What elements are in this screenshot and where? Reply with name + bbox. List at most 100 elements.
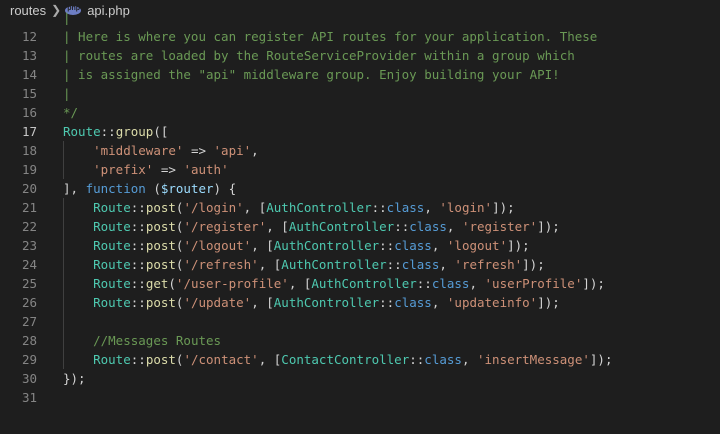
code-token: , xyxy=(424,200,440,215)
code-token: , xyxy=(251,143,259,158)
code-token: post xyxy=(145,352,176,367)
code-token: , xyxy=(431,295,447,310)
code-line[interactable]: 28 //Messages Routes xyxy=(0,331,720,350)
code-text: //Messages Routes xyxy=(63,331,221,350)
code-token: :: xyxy=(409,352,425,367)
code-token: function xyxy=(85,181,146,196)
indent-guide xyxy=(63,141,64,179)
code-token: ]); xyxy=(522,257,545,272)
code-token: ]); xyxy=(507,238,530,253)
line-number: 18 xyxy=(21,143,37,158)
code-token: */ xyxy=(63,105,79,120)
code-token: Route xyxy=(63,124,101,139)
indent-guide xyxy=(63,198,64,369)
code-line[interactable]: 19 'prefix' => 'auth' xyxy=(0,160,720,179)
code-token: post xyxy=(145,200,176,215)
code-token: }); xyxy=(63,371,86,386)
code-token: Route xyxy=(93,352,131,367)
code-token: ([ xyxy=(153,124,169,139)
code-token: | is assigned the "api" middleware group… xyxy=(63,67,560,82)
code-token: 'login' xyxy=(439,200,493,215)
line-number: 17 xyxy=(21,124,37,139)
code-text: | Here is where you can register API rou… xyxy=(63,27,597,46)
code-token: class xyxy=(386,200,425,215)
code-token: ]); xyxy=(537,295,560,310)
code-token: AuthController xyxy=(311,276,417,291)
code-token: AuthController xyxy=(273,238,380,253)
code-line[interactable]: 27 xyxy=(0,312,720,331)
code-text: Route::post('/contact', [ContactControll… xyxy=(63,350,612,369)
code-token: AuthController xyxy=(273,295,380,310)
line-number: 29 xyxy=(21,352,37,367)
code-token: '/logout' xyxy=(183,238,252,253)
code-line[interactable]: 17 Route::group([ xyxy=(0,122,720,141)
code-line[interactable]: 25 Route::get('/user-profile', [AuthCont… xyxy=(0,274,720,293)
code-line[interactable]: 26 Route::post('/update', [AuthControlle… xyxy=(0,293,720,312)
code-token: :: xyxy=(130,200,146,215)
line-number: 19 xyxy=(21,162,37,177)
line-number: 15 xyxy=(21,86,37,101)
code-text: Route::get('/user-profile', [AuthControl… xyxy=(63,274,605,293)
code-line[interactable]: 22 Route::post('/register', [AuthControl… xyxy=(0,217,720,236)
code-token: , xyxy=(469,276,485,291)
line-number: 28 xyxy=(21,333,37,348)
code-token: ( xyxy=(145,181,161,196)
code-line[interactable]: 30}); xyxy=(0,369,720,388)
code-line[interactable]: 23 Route::post('/logout', [AuthControlle… xyxy=(0,236,720,255)
code-token: Route xyxy=(93,238,131,253)
code-text: 'middleware' => 'api', xyxy=(63,141,259,160)
code-text: Route::post('/login', [AuthController::c… xyxy=(63,198,515,217)
line-number: 14 xyxy=(21,67,37,82)
code-token: 'prefix' xyxy=(93,162,154,177)
code-token: , [ xyxy=(243,200,267,215)
code-token: :: xyxy=(130,219,146,234)
code-text: Route::post('/refresh', [AuthController:… xyxy=(63,255,545,274)
code-token: Route xyxy=(93,295,131,310)
code-text: Route::post('/logout', [AuthController::… xyxy=(63,236,530,255)
code-token: '/refresh' xyxy=(183,257,259,272)
code-token: , xyxy=(431,238,447,253)
code-line[interactable]: 15 | xyxy=(0,84,720,103)
code-token: | Here is where you can register API rou… xyxy=(63,29,598,44)
line-number: 20 xyxy=(21,181,37,196)
code-editor[interactable]: | 12 | Here is where you can register API … xyxy=(0,10,720,434)
code-line[interactable]: 12 | Here is where you can register API r… xyxy=(0,27,720,46)
code-text: Route::post('/update', [AuthController::… xyxy=(63,293,560,312)
code-line[interactable]: 13 | routes are loaded by the RouteServic… xyxy=(0,46,720,65)
code-line[interactable]: 31 xyxy=(0,388,720,407)
code-token: '/contact' xyxy=(183,352,259,367)
code-token: :: xyxy=(130,238,146,253)
code-token: :: xyxy=(379,238,395,253)
code-text: }); xyxy=(63,369,86,388)
code-token: group xyxy=(115,124,154,139)
code-token: :: xyxy=(130,295,146,310)
code-line[interactable]: 29 Route::post('/contact', [ContactContr… xyxy=(0,350,720,369)
code-line[interactable]: | xyxy=(0,8,720,27)
code-token: class xyxy=(401,257,440,272)
code-line[interactable]: 18 'middleware' => 'api', xyxy=(0,141,720,160)
code-text: */ xyxy=(63,103,78,122)
code-token: ]); xyxy=(537,219,560,234)
code-token: ]); xyxy=(492,200,515,215)
code-token: class xyxy=(394,238,432,253)
code-line[interactable]: 20], function ($router) { xyxy=(0,179,720,198)
code-text: Route::post('/register', [AuthController… xyxy=(63,217,560,236)
code-line[interactable]: 24 Route::post('/refresh', [AuthControll… xyxy=(0,255,720,274)
code-token: AuthController xyxy=(266,200,372,215)
code-line[interactable]: 14 | is assigned the "api" middleware gro… xyxy=(0,65,720,84)
code-line[interactable]: 21 Route::post('/login', [AuthController… xyxy=(0,198,720,217)
code-line[interactable]: 16 */ xyxy=(0,103,720,122)
code-token: :: xyxy=(100,124,116,139)
code-token: 'logout' xyxy=(446,238,508,253)
code-token: post xyxy=(145,257,176,272)
code-token: class xyxy=(424,352,462,367)
code-token: ( xyxy=(168,276,176,291)
code-token: , [ xyxy=(251,295,274,310)
code-token: :: xyxy=(130,257,146,272)
code-text: | routes are loaded by the RouteServiceP… xyxy=(63,46,575,65)
